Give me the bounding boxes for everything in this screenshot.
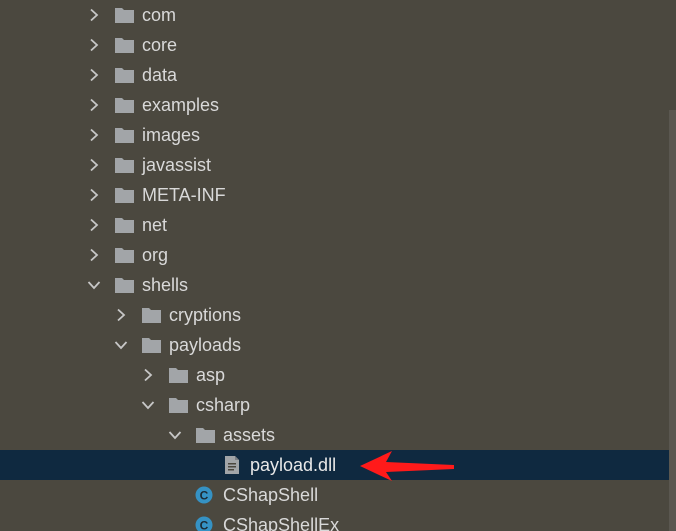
chevron-right-icon[interactable]: [87, 128, 101, 142]
chevron-right-icon[interactable]: [114, 308, 128, 322]
tree-item-meta-inf[interactable]: META-INF: [0, 180, 669, 210]
tree-item-label: javassist: [142, 155, 212, 175]
tree-item-label: asp: [196, 365, 226, 385]
svg-text:C: C: [200, 519, 209, 531]
chevron-down-icon[interactable]: [141, 398, 155, 412]
tree-item-assets[interactable]: assets: [0, 420, 669, 450]
project-tree: com core data examples images javassist META-I…: [0, 0, 676, 531]
chevron-right-icon[interactable]: [141, 368, 155, 382]
tree-item-label: csharp: [196, 395, 251, 415]
tree-item-examples[interactable]: examples: [0, 90, 669, 120]
folder-icon: [114, 96, 135, 114]
tree-item-label: org: [142, 245, 169, 265]
folder-icon: [114, 66, 135, 84]
tree-item-javassist[interactable]: javassist: [0, 150, 669, 180]
tree-item-label: assets: [223, 425, 276, 445]
chevron-down-icon[interactable]: [168, 428, 182, 442]
folder-icon: [141, 306, 162, 324]
folder-icon: [114, 156, 135, 174]
tree-item-label: cryptions: [169, 305, 242, 325]
tree-item-label: data: [142, 65, 178, 85]
folder-icon: [114, 216, 135, 234]
chevron-down-icon[interactable]: [87, 278, 101, 292]
tree-item-org[interactable]: org: [0, 240, 669, 270]
folder-icon: [195, 426, 216, 444]
tree-item-cshapshellex[interactable]: C CShapShellEx: [0, 510, 669, 531]
tree-item-label: examples: [142, 95, 220, 115]
class-icon: C: [195, 486, 216, 504]
folder-icon: [114, 246, 135, 264]
chevron-down-icon[interactable]: [114, 338, 128, 352]
tree-item-label: payloads: [169, 335, 242, 355]
chevron-right-icon[interactable]: [87, 98, 101, 112]
chevron-right-icon[interactable]: [87, 68, 101, 82]
tree-item-asp[interactable]: asp: [0, 360, 669, 390]
tree-item-cryptions[interactable]: cryptions: [0, 300, 669, 330]
tree-item-label: net: [142, 215, 168, 235]
chevron-right-icon[interactable]: [87, 8, 101, 22]
file-icon: [222, 456, 243, 474]
tree-item-csharp[interactable]: csharp: [0, 390, 669, 420]
tree-item-payloads[interactable]: payloads: [0, 330, 669, 360]
chevron-right-icon[interactable]: [87, 38, 101, 52]
folder-icon: [114, 276, 135, 294]
tree-item-label: shells: [142, 275, 189, 295]
tree-item-shells[interactable]: shells: [0, 270, 669, 300]
chevron-right-icon[interactable]: [87, 218, 101, 232]
tree-item-images[interactable]: images: [0, 120, 669, 150]
tree-item-label: META-INF: [142, 185, 226, 205]
tree-item-label: images: [142, 125, 201, 145]
tree-item-label: core: [142, 35, 178, 55]
tree-item-label: CShapShell: [223, 485, 319, 505]
folder-icon: [114, 126, 135, 144]
chevron-right-icon[interactable]: [87, 248, 101, 262]
folder-icon: [114, 36, 135, 54]
red-arrow-shape: [360, 451, 454, 481]
tree-item-payload-dll[interactable]: payload.dll: [0, 450, 669, 480]
tree-item-data[interactable]: data: [0, 60, 669, 90]
tree-item-label: com: [142, 5, 177, 25]
chevron-right-icon[interactable]: [87, 188, 101, 202]
red-arrow-icon: [360, 451, 454, 481]
folder-icon: [168, 366, 189, 384]
tree-item-label: payload.dll: [250, 455, 337, 475]
chevron-right-icon[interactable]: [87, 158, 101, 172]
folder-icon: [168, 396, 189, 414]
tree-item-com[interactable]: com: [0, 0, 669, 30]
class-icon: C: [195, 516, 216, 531]
svg-text:C: C: [200, 489, 209, 503]
folder-icon: [114, 6, 135, 24]
tree-item-core[interactable]: core: [0, 30, 669, 60]
tree-item-label: CShapShellEx: [223, 515, 340, 531]
folder-icon: [141, 336, 162, 354]
folder-icon: [114, 186, 135, 204]
tree-item-net[interactable]: net: [0, 210, 669, 240]
vertical-scrollbar[interactable]: [669, 110, 676, 531]
tree-item-cshapshell[interactable]: C CShapShell: [0, 480, 669, 510]
